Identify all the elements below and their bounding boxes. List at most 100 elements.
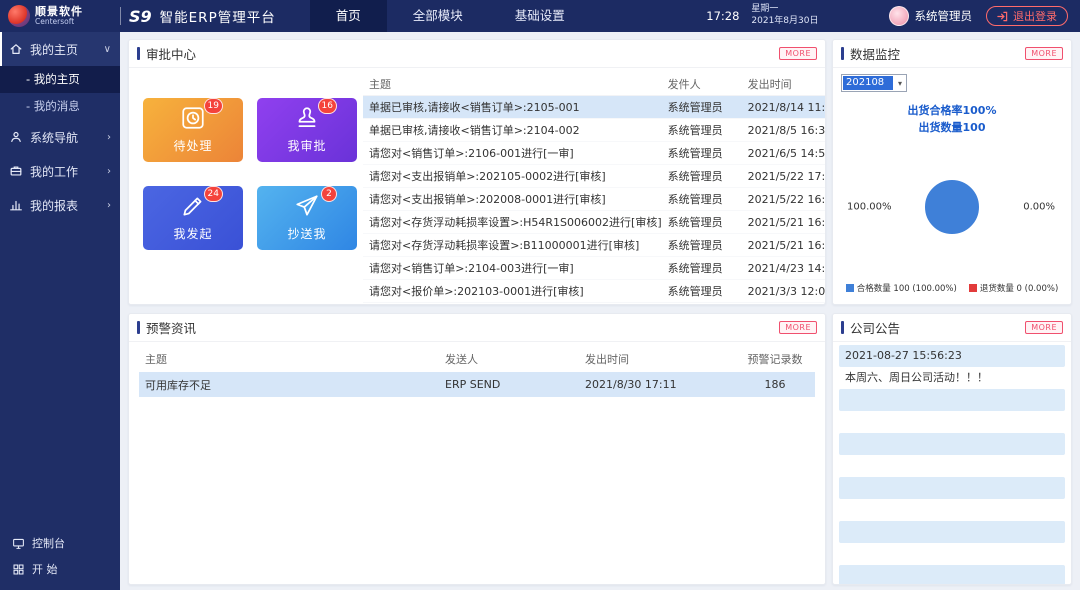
more-button[interactable]: MORE	[1025, 47, 1063, 60]
title-accent	[137, 47, 140, 60]
sidebar-item-label: 我的主页	[30, 41, 78, 58]
cell-subject: 请您对<销售订单>:2106-001进行[一审]	[363, 145, 668, 161]
chevron-down-icon: ∨	[104, 44, 111, 55]
console-icon	[12, 537, 25, 550]
user-avatar[interactable]	[889, 6, 909, 26]
legend-swatch-blue	[846, 284, 854, 292]
table-row[interactable]: 请您对<存货浮动耗损率设置>:B11000001进行[审核] 系统管理员 202…	[363, 234, 826, 257]
period-select[interactable]: 202108 ▾	[841, 74, 907, 92]
tile-my-approvals[interactable]: 16 我审批	[257, 98, 357, 162]
home-icon	[9, 42, 23, 56]
sidebar-item-my-home[interactable]: 我的主页 ∨	[0, 32, 120, 66]
title-accent	[137, 321, 140, 334]
table-row[interactable]: 请您对<销售订单>:2106-001进行[一审] 系统管理员 2021/6/5 …	[363, 142, 826, 165]
console-button[interactable]: 控制台	[0, 530, 120, 556]
donut-label-left: 100.00%	[847, 202, 892, 213]
bar-chart-icon	[9, 198, 23, 212]
cell-subject: 请您对<报价单>:202103-0001进行[审核]	[363, 283, 668, 299]
cell-time: 2021/5/22 16:39	[748, 193, 826, 206]
sidebar-item-my-work[interactable]: 我的工作 ›	[0, 154, 120, 188]
more-button[interactable]: MORE	[779, 47, 817, 60]
table-row[interactable]: 可用库存不足 ERP SEND 2021/8/30 17:11 186	[139, 372, 815, 397]
logout-button[interactable]: 退出登录	[986, 6, 1068, 26]
announcement-row[interactable]	[839, 411, 1065, 433]
chevron-right-icon: ›	[107, 166, 111, 177]
cell-time: 2021/3/3 12:00	[748, 285, 826, 298]
table-row[interactable]: 请您对<支出报销单>:202105-0002进行[审核] 系统管理员 2021/…	[363, 165, 826, 188]
announcement-row[interactable]	[839, 455, 1065, 477]
badge-count: 2	[321, 186, 337, 202]
tile-initiated-by-me[interactable]: 24 我发起	[143, 186, 243, 250]
warning-table-header: 主题 发送人 发出时间 预警记录数	[139, 346, 815, 372]
announcement-row[interactable]	[839, 499, 1065, 521]
main-content: 审批中心 MORE 19 待处理	[120, 32, 1080, 590]
app-title: 智能ERP管理平台	[160, 6, 276, 26]
more-button[interactable]: MORE	[1025, 321, 1063, 334]
cell-time: 2021/8/5 16:38	[748, 124, 826, 137]
sidebar-subitem[interactable]: - 我的消息	[0, 93, 120, 120]
tile-pending[interactable]: 19 待处理	[143, 98, 243, 162]
sidebar-item-system-nav[interactable]: 系统导航 ›	[0, 120, 120, 154]
sidebar-item-label: 系统导航	[30, 129, 78, 146]
tile-label: 我发起	[143, 225, 243, 242]
announcement-row[interactable]	[839, 477, 1065, 499]
announcement-row[interactable]	[839, 565, 1065, 585]
announcement-row[interactable]: 本周六、周日公司活动！！！	[839, 367, 1065, 389]
tile-label: 我审批	[257, 137, 357, 154]
weekday: 星期一	[751, 4, 818, 16]
cell-sender: 系统管理员	[668, 260, 748, 276]
divider	[120, 7, 121, 25]
tile-cc-to-me[interactable]: 2 抄送我	[257, 186, 357, 250]
more-button[interactable]: MORE	[779, 321, 817, 334]
table-row[interactable]: 请您对<报价单>:202103-0001进行[审核] 系统管理员 2021/3/…	[363, 280, 826, 303]
approval-center-panel: 审批中心 MORE 19 待处理	[128, 39, 826, 305]
sidebar-item-label: 我的报表	[30, 197, 78, 214]
nav-tab[interactable]: 基础设置	[489, 0, 591, 32]
table-row[interactable]: 单据已审核,请接收<销售订单>:2105-001 系统管理员 2021/8/14…	[363, 96, 826, 119]
warning-info-panel: 预警资讯 MORE 主题 发送人 发出时间 预警记录数 可用库存不足 ERP S…	[128, 313, 826, 585]
table-row[interactable]: 请您对<销售订单>:2104-003进行[一审] 系统管理员 2021/4/23…	[363, 257, 826, 280]
cell-time: 2021/5/22 17:41	[748, 170, 826, 183]
warning-table-body: 可用库存不足 ERP SEND 2021/8/30 17:11 186	[139, 372, 815, 397]
table-row[interactable]: 请您对<存货浮动耗损率设置>:H54R1S006002进行[审核] 系统管理员 …	[363, 211, 826, 234]
nav-tab[interactable]: 全部模块	[387, 0, 489, 32]
stat-shipment-count: 出货数量100	[841, 119, 1063, 136]
sidebar-subitem[interactable]: - 我的主页	[0, 66, 120, 93]
table-row[interactable]: 单据已审核,请接收<销售订单>:2104-002 系统管理员 2021/8/5 …	[363, 119, 826, 142]
legend-return: 退货数量 0 (0.00%)	[969, 282, 1058, 294]
logo-subname: Centersoft	[35, 18, 83, 26]
period-value: 202108	[843, 76, 893, 90]
table-row[interactable]: 请您对<支出报销单>:202008-0001进行[审核] 系统管理员 2021/…	[363, 188, 826, 211]
clock-icon	[180, 105, 206, 131]
legend-pass: 合格数量 100 (100.00%)	[846, 282, 957, 294]
date: 2021年8月30日	[751, 16, 818, 28]
nav-tab[interactable]: 首页	[310, 0, 387, 32]
cell-subject: 可用库存不足	[139, 377, 445, 393]
announcement-row[interactable]	[839, 543, 1065, 565]
cell-sender: 系统管理员	[668, 214, 748, 230]
donut-chart: 100.00% 0.00%	[841, 148, 1063, 266]
start-button[interactable]: 开 始	[0, 556, 120, 582]
announcement-row[interactable]	[839, 521, 1065, 543]
chart-legend: 合格数量 100 (100.00%) 退货数量 0 (0.00%)	[841, 282, 1063, 294]
console-label: 控制台	[32, 535, 65, 551]
cell-subject: 请您对<支出报销单>:202008-0001进行[审核]	[363, 191, 668, 207]
sidebar-item-my-reports[interactable]: 我的报表 ›	[0, 188, 120, 222]
cell-subject: 单据已审核,请接收<销售订单>:2104-002	[363, 122, 668, 138]
cell-subject: 单据已审核,请接收<销售订单>:2105-001	[363, 99, 668, 115]
cell-sender: 系统管理员	[668, 168, 748, 184]
announcement-row[interactable]	[839, 389, 1065, 411]
col-subject: 主题	[139, 351, 445, 367]
cell-sender: ERP SEND	[445, 378, 585, 391]
exit-icon	[997, 11, 1008, 22]
tile-label: 待处理	[143, 137, 243, 154]
badge-count: 19	[204, 98, 223, 114]
announcement-row[interactable]	[839, 433, 1065, 455]
stamp-icon	[294, 105, 320, 131]
start-grid-icon	[12, 563, 25, 576]
tile-label: 抄送我	[257, 225, 357, 242]
clock: 17:28	[706, 9, 739, 23]
legend-swatch-red	[969, 284, 977, 292]
cell-time: 2021/5/21 16:13	[748, 216, 826, 229]
announcement-row[interactable]: 2021-08-27 15:56:23	[839, 345, 1065, 367]
